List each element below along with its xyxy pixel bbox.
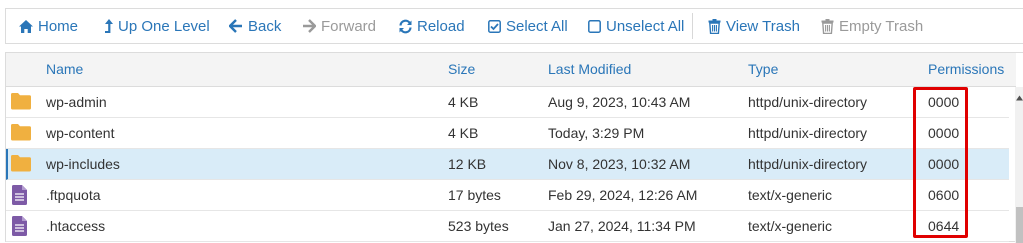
arrow-left-icon xyxy=(228,18,244,34)
vertical-scrollbar[interactable] xyxy=(1015,87,1023,243)
table-row[interactable]: .htaccess 523 bytes Jan 27, 2024, 11:34 … xyxy=(6,211,1009,242)
folder-icon xyxy=(11,123,31,143)
toolbar-divider xyxy=(692,13,693,39)
table-row[interactable]: .ftpquota 17 bytes Feb 29, 2024, 12:26 A… xyxy=(6,180,1009,211)
select-all-label: Select All xyxy=(506,17,568,35)
file-name[interactable]: .ftpquota xyxy=(46,180,101,211)
file-size: 4 KB xyxy=(448,125,479,141)
arrow-right-icon xyxy=(301,18,317,34)
up-one-level-label: Up One Level xyxy=(118,17,210,35)
table-row[interactable]: wp-content 4 KB Today, 3:29 PM httpd/uni… xyxy=(6,118,1009,149)
file-type: httpd/unix-directory xyxy=(748,156,868,172)
column-header-type[interactable]: Type xyxy=(748,53,778,86)
file-modified: Feb 29, 2024, 12:26 AM xyxy=(548,187,698,203)
trash-icon xyxy=(706,18,722,34)
column-header-name[interactable]: Name xyxy=(46,53,83,86)
view-trash-button[interactable]: View Trash xyxy=(706,9,800,43)
permissions-highlight-box xyxy=(913,87,968,238)
home-icon xyxy=(18,18,34,34)
empty-trash-label: Empty Trash xyxy=(839,17,924,35)
file-name[interactable]: .htaccess xyxy=(46,211,105,242)
file-type: text/x-generic xyxy=(748,218,833,234)
scroll-up-arrow-icon[interactable] xyxy=(1015,89,1023,101)
select-all-button[interactable]: Select All xyxy=(486,9,568,43)
column-header-permissions[interactable]: Permissions xyxy=(928,53,1004,86)
file-name[interactable]: wp-admin xyxy=(46,87,107,118)
file-name[interactable]: wp-includes xyxy=(46,149,120,180)
file-size: 4 KB xyxy=(448,94,479,110)
up-one-level-button[interactable]: Up One Level xyxy=(104,9,210,43)
table-row[interactable]: wp-admin 4 KB Aug 9, 2023, 10:43 AM http… xyxy=(6,87,1009,118)
scrollbar-thumb[interactable] xyxy=(1016,207,1023,243)
unselect-all-button[interactable]: Unselect All xyxy=(586,9,684,43)
reload-button[interactable]: Reload xyxy=(397,9,465,43)
empty-trash-button[interactable]: Empty Trash xyxy=(819,9,923,43)
unselect-all-label: Unselect All xyxy=(606,17,685,35)
back-label: Back xyxy=(248,17,282,35)
column-header-last-modified[interactable]: Last Modified xyxy=(548,53,631,86)
file-modified: Nov 8, 2023, 10:32 AM xyxy=(548,156,691,172)
file-modified: Aug 9, 2023, 10:43 AM xyxy=(548,94,691,110)
file-size: 17 bytes xyxy=(448,187,501,203)
forward-button[interactable]: Forward xyxy=(301,9,376,43)
file-size: 523 bytes xyxy=(448,218,509,234)
column-header-size[interactable]: Size xyxy=(448,53,475,86)
checkbox-checked-icon xyxy=(486,18,502,34)
file-size: 12 KB xyxy=(448,156,487,172)
table-row-selected[interactable]: wp-includes 12 KB Nov 8, 2023, 10:32 AM … xyxy=(6,149,1009,180)
file-table: Name Size Last Modified Type Permissions… xyxy=(5,52,1023,243)
level-up-icon xyxy=(104,18,114,34)
view-trash-label: View Trash xyxy=(726,17,800,35)
table-header: Name Size Last Modified Type Permissions xyxy=(6,53,1016,87)
folder-icon xyxy=(11,154,31,174)
reload-label: Reload xyxy=(417,17,465,35)
toolbar: Home Up One Level Back Forward Reload Se… xyxy=(5,8,1023,44)
file-modified: Jan 27, 2024, 11:34 PM xyxy=(548,218,696,234)
checkbox-empty-icon xyxy=(586,18,602,34)
file-icon xyxy=(12,216,32,236)
file-type: text/x-generic xyxy=(748,187,833,203)
trash-icon xyxy=(819,18,835,34)
back-button[interactable]: Back xyxy=(228,9,281,43)
file-name[interactable]: wp-content xyxy=(46,118,114,149)
home-button[interactable]: Home xyxy=(18,9,78,43)
file-type: httpd/unix-directory xyxy=(748,125,868,141)
forward-label: Forward xyxy=(321,17,377,35)
file-type: httpd/unix-directory xyxy=(748,94,868,110)
file-icon xyxy=(12,185,32,205)
file-modified: Today, 3:29 PM xyxy=(548,125,645,141)
home-label: Home xyxy=(38,17,79,35)
folder-icon xyxy=(11,92,31,112)
refresh-icon xyxy=(397,18,413,34)
